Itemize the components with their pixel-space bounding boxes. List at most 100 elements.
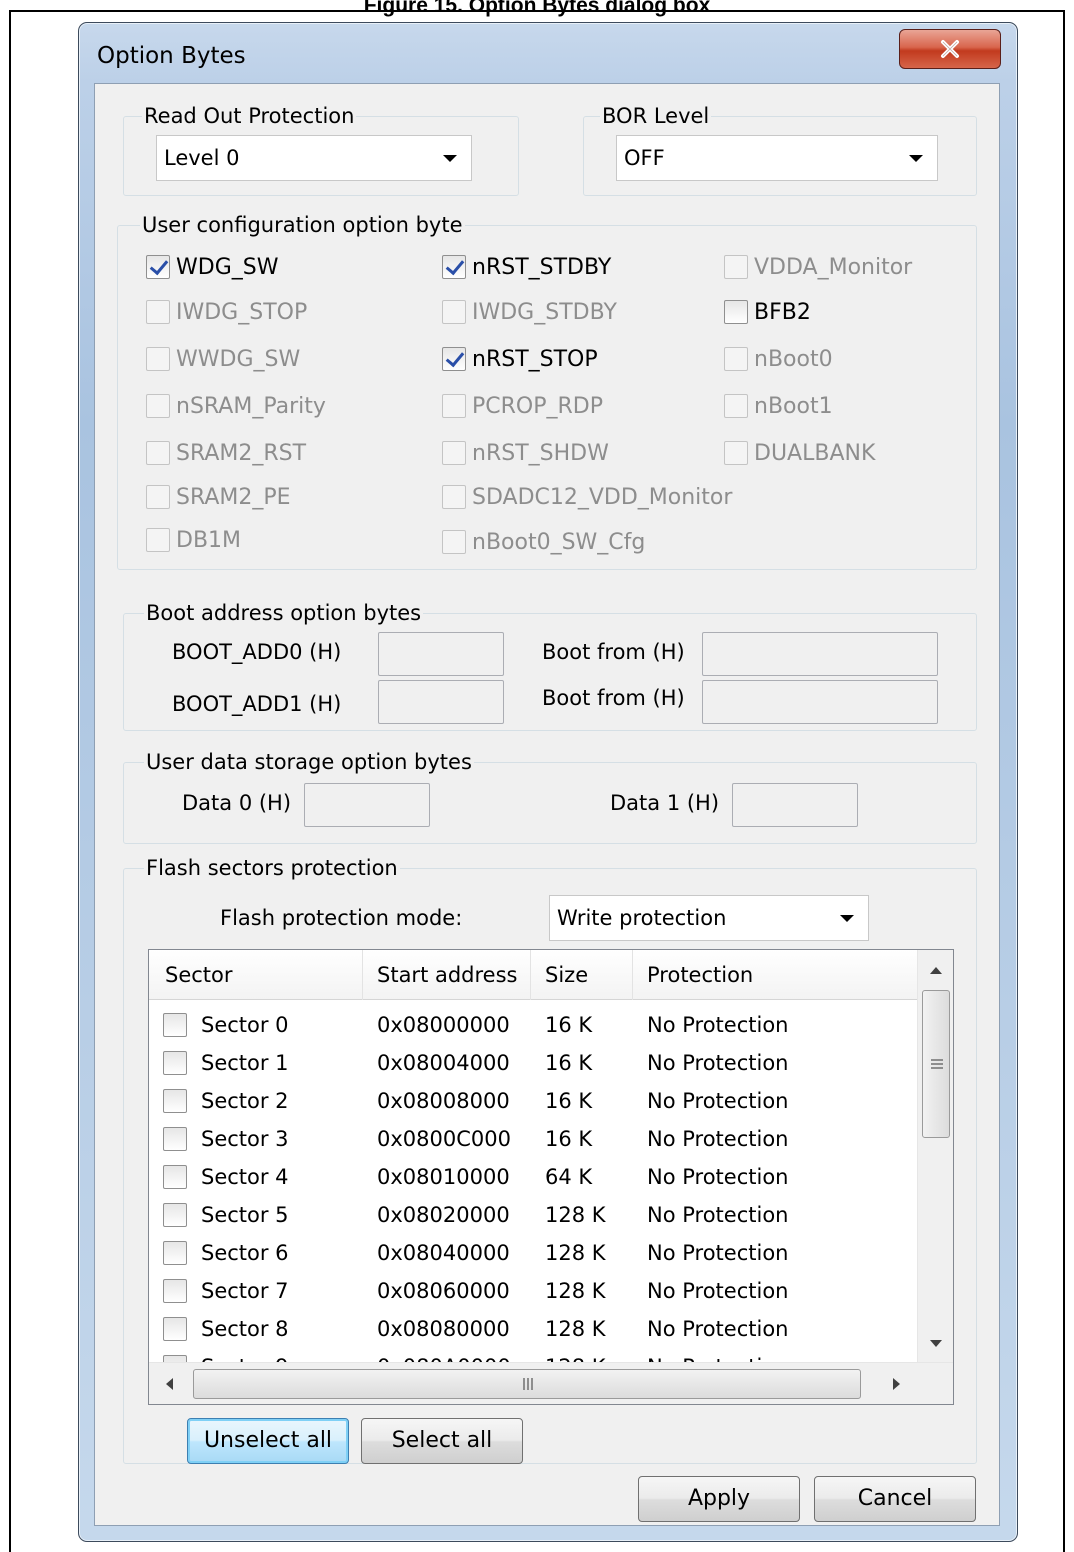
column-header-sector[interactable]: Sector: [149, 950, 363, 1000]
grip-icon: [931, 1059, 943, 1069]
checkbox-iwdg-stop[interactable]: IWDG_STOP: [146, 296, 307, 328]
checkbox-nboot0-sw-cfg[interactable]: nBoot0_SW_Cfg: [442, 526, 645, 558]
vertical-scrollbar[interactable]: [917, 950, 953, 1362]
sector-checkbox[interactable]: [163, 1089, 187, 1113]
sector-list-header: Sector Start address Size Protection: [149, 950, 917, 1000]
apply-button[interactable]: Apply: [638, 1476, 800, 1522]
checkbox-box[interactable]: [724, 300, 748, 324]
checkbox-box[interactable]: [146, 255, 170, 279]
checkbox-sdadc12-vdd-monitor[interactable]: SDADC12_VDD_Monitor: [442, 481, 732, 513]
read-out-protection-title: Read Out Protection: [142, 103, 357, 129]
horizontal-scroll-thumb[interactable]: [193, 1369, 861, 1399]
horizontal-scrollbar[interactable]: [149, 1362, 953, 1404]
checkbox-vdda-monitor[interactable]: VDDA_Monitor: [724, 251, 912, 283]
checkbox-wdg-sw[interactable]: WDG_SW: [146, 251, 278, 283]
checkbox-nrst-stop[interactable]: nRST_STOP: [442, 343, 598, 375]
sector-list[interactable]: Sector Start address Size Protection Sec…: [148, 949, 954, 1405]
sector-checkbox[interactable]: [163, 1013, 187, 1037]
boot-from1-input[interactable]: [702, 680, 938, 724]
checkbox-box[interactable]: [146, 528, 170, 552]
checkbox-iwdg-stdby[interactable]: IWDG_STDBY: [442, 296, 617, 328]
checkbox-box[interactable]: [442, 347, 466, 371]
column-header-protection[interactable]: Protection: [633, 950, 917, 1000]
table-row[interactable]: Sector 7 0x08060000 128 K No Protection: [149, 1272, 917, 1310]
checkbox-nsram-parity[interactable]: nSRAM_Parity: [146, 390, 326, 422]
cancel-button[interactable]: Cancel: [814, 1476, 976, 1522]
checkbox-sram2-rst[interactable]: SRAM2_RST: [146, 437, 306, 469]
checkbox-bfb2[interactable]: BFB2: [724, 296, 811, 328]
table-row[interactable]: Sector 6 0x08040000 128 K No Protection: [149, 1234, 917, 1272]
dialog-client-area: Read Out Protection Level 0 BOR Level OF…: [94, 83, 1000, 1526]
scroll-right-icon[interactable]: [877, 1363, 917, 1405]
checkbox-sram2-pe[interactable]: SRAM2_PE: [146, 481, 291, 513]
checkbox-box[interactable]: [442, 300, 466, 324]
checkbox-nboot1[interactable]: nBoot1: [724, 390, 833, 422]
flash-mode-select[interactable]: Write protection: [549, 895, 869, 941]
sector-checkbox[interactable]: [163, 1165, 187, 1189]
table-row[interactable]: Sector 5 0x08020000 128 K No Protection: [149, 1196, 917, 1234]
read-out-protection-group: Read Out Protection Level 0: [123, 103, 519, 196]
scroll-left-icon[interactable]: [149, 1363, 189, 1405]
scroll-up-icon[interactable]: [918, 952, 954, 988]
checkbox-box[interactable]: [442, 255, 466, 279]
data1-input[interactable]: [732, 783, 858, 827]
chevron-down-icon: [909, 155, 923, 162]
checkbox-box[interactable]: [442, 441, 466, 465]
sector-checkbox[interactable]: [163, 1127, 187, 1151]
read-out-protection-select[interactable]: Level 0: [156, 135, 472, 181]
boot-add0-input[interactable]: [378, 632, 504, 676]
vertical-scroll-thumb[interactable]: [922, 990, 950, 1138]
column-header-start-address[interactable]: Start address: [363, 950, 531, 1000]
checkbox-box[interactable]: [442, 485, 466, 509]
sector-checkbox[interactable]: [163, 1279, 187, 1303]
bor-level-value: OFF: [624, 146, 665, 170]
table-row[interactable]: Sector 4 0x08010000 64 K No Protection: [149, 1158, 917, 1196]
boot-add0-label: BOOT_ADD0 (H): [172, 640, 342, 664]
checkbox-box[interactable]: [442, 394, 466, 418]
sector-checkbox[interactable]: [163, 1203, 187, 1227]
scroll-down-icon[interactable]: [918, 1326, 954, 1362]
close-button[interactable]: [899, 29, 1001, 69]
checkbox-db1m[interactable]: DB1M: [146, 524, 241, 556]
checkbox-box[interactable]: [724, 441, 748, 465]
checkbox-box[interactable]: [724, 347, 748, 371]
sector-checkbox[interactable]: [163, 1051, 187, 1075]
checkbox-dualbank[interactable]: DUALBANK: [724, 437, 875, 469]
checkbox-nboot0[interactable]: nBoot0: [724, 343, 833, 375]
checkbox-box[interactable]: [146, 441, 170, 465]
table-row[interactable]: Sector 1 0x08004000 16 K No Protection: [149, 1044, 917, 1082]
checkbox-box[interactable]: [146, 394, 170, 418]
close-icon: [941, 40, 959, 58]
flash-mode-value: Write protection: [557, 906, 727, 930]
checkbox-box[interactable]: [146, 300, 170, 324]
user-data-group: User data storage option bytes Data 0 (H…: [123, 749, 977, 844]
boot-add1-input[interactable]: [378, 680, 504, 724]
checkbox-wwdg-sw[interactable]: WWDG_SW: [146, 343, 300, 375]
select-all-button[interactable]: Select all: [361, 1418, 523, 1464]
boot-from1-label: Boot from (H): [542, 686, 685, 710]
table-row[interactable]: Sector 0 0x08000000 16 K No Protection: [149, 1006, 917, 1044]
chevron-down-icon: [443, 155, 457, 162]
user-config-title: User configuration option byte: [140, 212, 465, 238]
bor-level-select[interactable]: OFF: [616, 135, 938, 181]
checkbox-pcrop-rdp[interactable]: PCROP_RDP: [442, 390, 603, 422]
checkbox-nrst-stdby[interactable]: nRST_STDBY: [442, 251, 611, 283]
column-header-size[interactable]: Size: [531, 950, 633, 1000]
sector-checkbox[interactable]: [163, 1317, 187, 1341]
flash-protection-title: Flash sectors protection: [144, 855, 400, 881]
boot-add1-label: BOOT_ADD1 (H): [172, 692, 342, 716]
table-row[interactable]: Sector 3 0x0800C000 16 K No Protection: [149, 1120, 917, 1158]
boot-address-group: Boot address option bytes BOOT_ADD0 (H) …: [123, 600, 977, 731]
checkbox-nrst-shdw[interactable]: nRST_SHDW: [442, 437, 609, 469]
sector-checkbox[interactable]: [163, 1241, 187, 1265]
data0-input[interactable]: [304, 783, 430, 827]
table-row[interactable]: Sector 8 0x08080000 128 K No Protection: [149, 1310, 917, 1348]
table-row[interactable]: Sector 2 0x08008000 16 K No Protection: [149, 1082, 917, 1120]
checkbox-box[interactable]: [146, 485, 170, 509]
checkbox-box[interactable]: [724, 255, 748, 279]
boot-from0-input[interactable]: [702, 632, 938, 676]
checkbox-box[interactable]: [146, 347, 170, 371]
unselect-all-button[interactable]: Unselect all: [187, 1418, 349, 1464]
checkbox-box[interactable]: [442, 530, 466, 554]
checkbox-box[interactable]: [724, 394, 748, 418]
